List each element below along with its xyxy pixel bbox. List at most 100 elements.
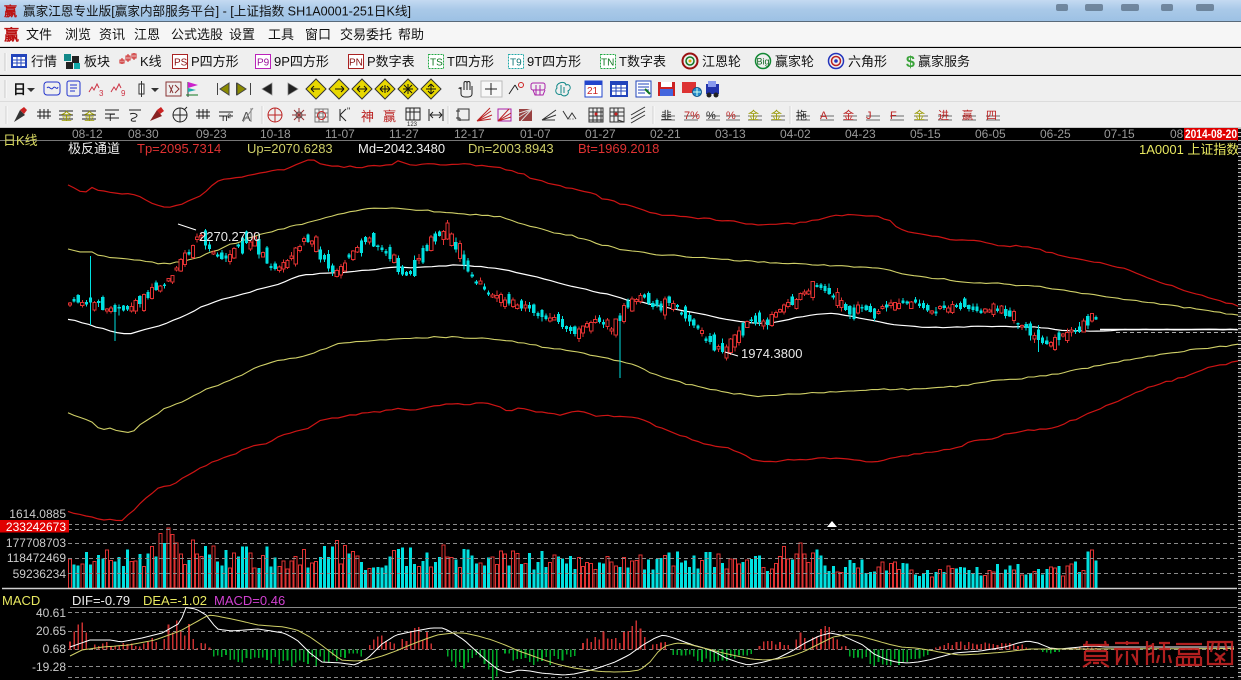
svg-text:江恩: 江恩 <box>134 27 160 42</box>
svg-text:Md=2042.3480: Md=2042.3480 <box>358 141 445 156</box>
svg-text:窗口: 窗口 <box>305 27 331 42</box>
svg-text:59236234: 59236234 <box>13 567 67 581</box>
svg-text:3: 3 <box>99 89 104 98</box>
svg-text:行情: 行情 <box>31 54 57 69</box>
svg-text:六角形: 六角形 <box>848 54 887 69</box>
svg-text:金: 金 <box>84 109 95 123</box>
svg-text:T四方形: T四方形 <box>447 54 494 69</box>
svg-text:F: F <box>109 113 115 124</box>
svg-text:03-13: 03-13 <box>715 128 746 141</box>
svg-text:赢家江恩专业版[赢家内部服务平台] - [上证指数 SH1: 赢家江恩专业版[赢家内部服务平台] - [上证指数 SH1A0001-251日K… <box>23 4 411 19</box>
svg-text:Dn=2003.8943: Dn=2003.8943 <box>468 141 554 156</box>
svg-text:": " <box>347 106 350 116</box>
svg-text:Big: Big <box>757 57 770 67</box>
svg-text:2014-08-20: 2014-08-20 <box>1185 128 1237 141</box>
svg-text:TS: TS <box>430 58 443 69</box>
svg-text:09-23: 09-23 <box>196 128 227 141</box>
svg-text:资讯: 资讯 <box>99 27 125 42</box>
svg-text:板块: 板块 <box>84 54 110 69</box>
svg-text:四: 四 <box>986 110 997 122</box>
svg-text:118472469: 118472469 <box>7 551 67 565</box>
svg-text:工具: 工具 <box>268 27 294 42</box>
svg-text:赢: 赢 <box>4 4 17 19</box>
svg-text:2270.2700: 2270.2700 <box>199 229 260 244</box>
svg-text:1A0001 上证指数: 1A0001 上证指数 <box>1139 142 1239 157</box>
svg-text:PS: PS <box>174 58 188 69</box>
svg-text:01-27: 01-27 <box>585 128 616 141</box>
svg-text:11-27: 11-27 <box>389 128 419 141</box>
svg-text:Up=2070.6283: Up=2070.6283 <box>247 141 333 156</box>
svg-text:9T四方形: 9T四方形 <box>527 54 581 69</box>
svg-text:08-30: 08-30 <box>128 128 159 141</box>
svg-text:设置: 设置 <box>229 27 255 42</box>
svg-text:金: 金 <box>748 108 759 122</box>
svg-text:04-02: 04-02 <box>780 128 811 141</box>
svg-text:21: 21 <box>587 86 599 97</box>
svg-text:06-05: 06-05 <box>975 128 1006 141</box>
svg-text:赢: 赢 <box>4 26 19 44</box>
svg-text:0.68: 0.68 <box>43 642 67 656</box>
svg-text:进: 进 <box>938 109 949 122</box>
svg-text:04-23: 04-23 <box>845 128 876 141</box>
svg-text:P四方形: P四方形 <box>191 54 239 69</box>
svg-text:05-15: 05-15 <box>910 128 941 141</box>
svg-text:11-07: 11-07 <box>325 128 355 141</box>
svg-text:J: J <box>866 110 872 122</box>
svg-text:233242673: 233242673 <box>6 520 66 534</box>
svg-text:PN: PN <box>349 58 363 69</box>
svg-text:40.61: 40.61 <box>36 606 66 620</box>
svg-text:金: 金 <box>771 108 782 122</box>
svg-text:01-07: 01-07 <box>520 128 551 141</box>
svg-text:7%: 7% <box>684 110 700 122</box>
svg-text:07-15: 07-15 <box>1104 128 1135 141</box>
svg-text:DEA=-1.02: DEA=-1.02 <box>143 593 207 608</box>
svg-text:江恩轮: 江恩轮 <box>702 54 741 69</box>
svg-text:F: F <box>890 110 897 122</box>
svg-text:T数字表: T数字表 <box>619 54 666 69</box>
svg-text:DIF=-0.79: DIF=-0.79 <box>72 593 130 608</box>
svg-text:177708703: 177708703 <box>6 536 66 550</box>
svg-text:韭: 韭 <box>661 109 672 122</box>
svg-text:赢: 赢 <box>383 109 396 124</box>
svg-text:神: 神 <box>361 109 374 124</box>
svg-text:%: % <box>706 110 716 122</box>
svg-text:赢: 赢 <box>962 108 973 122</box>
svg-text:P数字表: P数字表 <box>367 54 415 69</box>
svg-text:Bt=1969.2018: Bt=1969.2018 <box>578 141 659 156</box>
svg-text:9: 9 <box>121 89 126 98</box>
svg-text:极反通道: 极反通道 <box>68 141 120 156</box>
svg-text:Α: Α <box>820 110 828 122</box>
svg-text:n²: n² <box>222 113 232 124</box>
svg-text:金: 金 <box>843 108 854 122</box>
svg-text:赢家服务: 赢家服务 <box>918 54 970 69</box>
svg-text:Tp=2095.7314: Tp=2095.7314 <box>137 141 221 156</box>
svg-text:1974.3800: 1974.3800 <box>741 346 802 361</box>
svg-text:日: 日 <box>13 82 26 97</box>
svg-text:浏览: 浏览 <box>65 27 91 42</box>
svg-text:交易委托: 交易委托 <box>340 27 392 42</box>
svg-text:日K线: 日K线 <box>3 133 38 148</box>
svg-text:9P四方形: 9P四方形 <box>274 54 329 69</box>
svg-text:赢家轮: 赢家轮 <box>775 54 814 69</box>
svg-text:10-18: 10-18 <box>260 128 291 141</box>
svg-text:%: % <box>726 110 736 122</box>
svg-text:金: 金 <box>61 109 72 123</box>
svg-text:K线: K线 <box>140 54 162 69</box>
svg-text:MACD: MACD <box>2 593 40 608</box>
svg-text:P9: P9 <box>257 58 270 69</box>
svg-text:06-25: 06-25 <box>1040 128 1071 141</box>
svg-text:公式选股: 公式选股 <box>171 27 223 42</box>
svg-text:1614.0885: 1614.0885 <box>9 507 66 521</box>
svg-text:T9: T9 <box>510 58 522 69</box>
svg-text:帮助: 帮助 <box>398 27 424 42</box>
svg-text:拖: 拖 <box>796 108 807 122</box>
svg-text:金: 金 <box>914 108 925 122</box>
svg-text:-19.28: -19.28 <box>32 660 66 674</box>
svg-text:12-17: 12-17 <box>454 128 485 141</box>
svg-text:02-21: 02-21 <box>650 128 681 141</box>
svg-text:20.65: 20.65 <box>36 624 66 638</box>
svg-text:08-12: 08-12 <box>72 128 103 141</box>
svg-text:MACD=0.46: MACD=0.46 <box>214 593 285 608</box>
svg-text:文件: 文件 <box>26 27 52 42</box>
svg-text:TN: TN <box>601 58 614 69</box>
